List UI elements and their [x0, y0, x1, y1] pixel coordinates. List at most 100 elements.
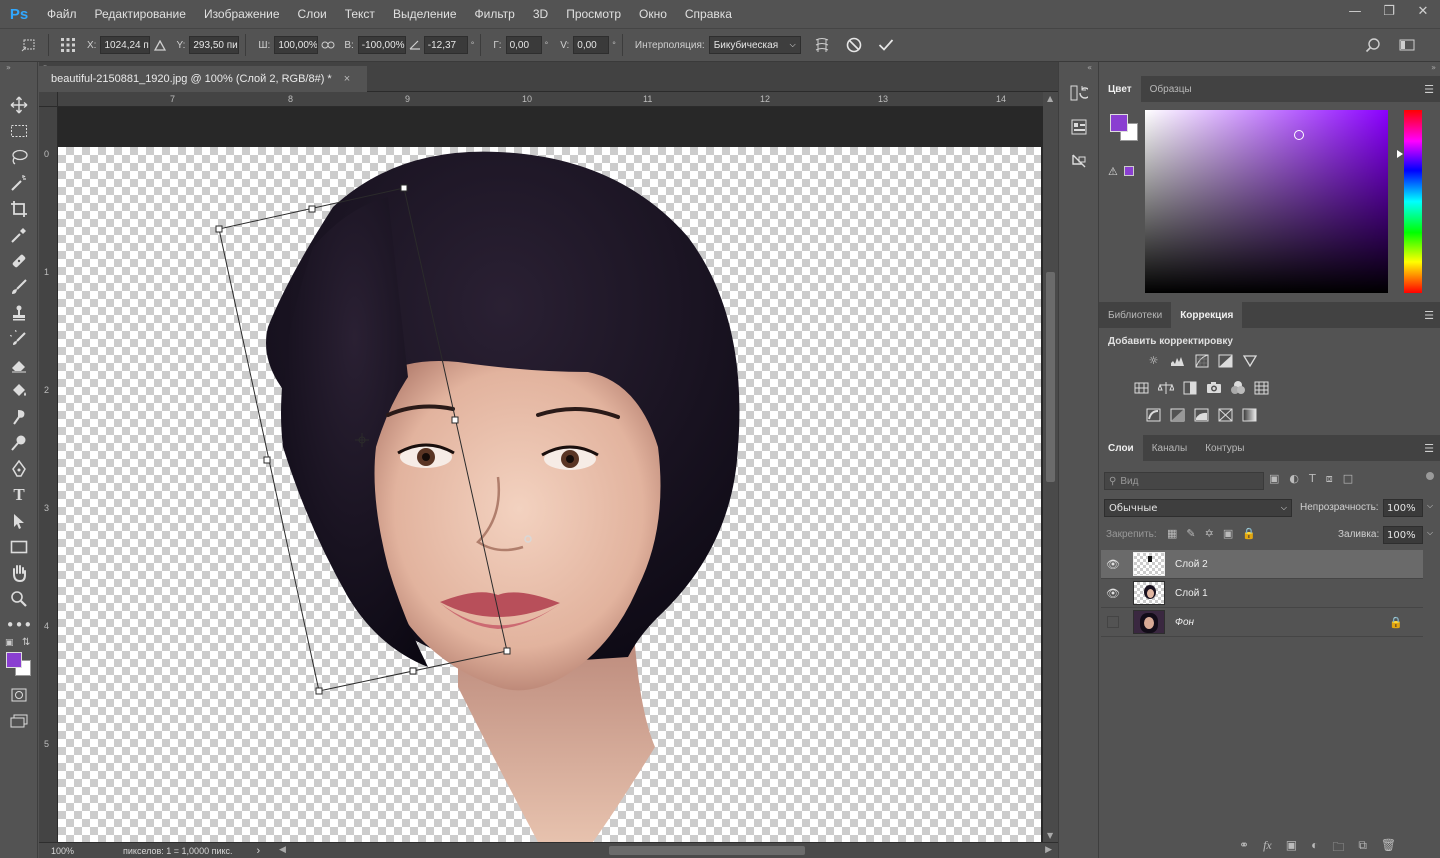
workspace-icon[interactable]	[1394, 32, 1420, 58]
path-selection-tool-icon[interactable]	[0, 508, 38, 534]
cancel-transform-icon[interactable]	[841, 32, 867, 58]
layer-row[interactable]: Фон 🔒	[1101, 608, 1423, 637]
healing-brush-tool-icon[interactable]	[0, 248, 38, 274]
lock-artboard-icon[interactable]: ▣	[1223, 527, 1233, 540]
document-tab[interactable]: beautiful-2150881_1920.jpg @ 100% (Слой …	[39, 66, 367, 92]
reference-point-icon[interactable]	[55, 32, 81, 58]
panel-menu-icon[interactable]: ☰	[1424, 83, 1434, 96]
magic-wand-tool-icon[interactable]	[0, 170, 38, 196]
visibility-eye-icon[interactable]: 👁	[1101, 558, 1125, 571]
angle-field[interactable]: -12,37	[423, 36, 468, 54]
smart-object-filter-icon[interactable]: □	[1343, 472, 1353, 486]
transform-tool-icon[interactable]	[16, 32, 42, 58]
posterize-icon[interactable]	[1169, 406, 1186, 423]
menu-layers[interactable]: Слои	[289, 7, 336, 21]
minimize-button[interactable]: —	[1338, 0, 1372, 22]
hand-tool-icon[interactable]	[0, 560, 38, 586]
levels-icon[interactable]	[1169, 352, 1186, 369]
menu-file[interactable]: Файл	[38, 7, 86, 21]
vibrance-icon[interactable]	[1241, 352, 1258, 369]
scroll-down-icon[interactable]: ▼	[1047, 831, 1053, 840]
channel-mixer-icon[interactable]	[1229, 379, 1246, 396]
tab-color[interactable]: Цвет	[1099, 76, 1141, 102]
threshold-icon[interactable]	[1193, 406, 1210, 423]
eraser-tool-icon[interactable]	[0, 352, 38, 378]
interpolation-select[interactable]: Бикубическая ⌵	[708, 36, 801, 54]
screen-mode-icon[interactable]	[0, 708, 38, 734]
color-lookup-icon[interactable]	[1253, 379, 1270, 396]
vertical-scrollbar[interactable]: ▲ ▼	[1043, 92, 1058, 842]
scroll-right-icon[interactable]: ▶	[1045, 844, 1052, 855]
gradient-map-icon[interactable]	[1241, 406, 1258, 423]
gamut-color-chip[interactable]	[1124, 166, 1134, 176]
pen-tool-icon[interactable]	[0, 456, 38, 482]
layer-filter-search[interactable]: ⚲ Вид	[1104, 472, 1264, 490]
tab-layers[interactable]: Слои	[1099, 435, 1143, 461]
delta-icon[interactable]	[150, 32, 170, 58]
menu-window[interactable]: Окно	[630, 7, 676, 21]
move-tool-icon[interactable]	[0, 92, 38, 118]
crop-tool-icon[interactable]	[0, 196, 38, 222]
menu-help[interactable]: Справка	[676, 7, 741, 21]
tab-swatches[interactable]: Образцы	[1141, 76, 1201, 102]
lock-transparency-icon[interactable]: ▦	[1167, 527, 1177, 540]
add-mask-icon[interactable]: ▣	[1286, 838, 1297, 858]
rectangle-tool-icon[interactable]	[0, 534, 38, 560]
default-colors-icon[interactable]: ▣	[5, 638, 14, 648]
zoom-level[interactable]: 100%	[51, 846, 111, 856]
visibility-eye-icon[interactable]: 👁	[1101, 587, 1125, 600]
collapse-icon[interactable]: »	[1425, 62, 1436, 74]
tab-channels[interactable]: Каналы	[1143, 435, 1197, 461]
photo-filter-icon[interactable]	[1205, 379, 1222, 396]
info-menu-icon[interactable]: ›	[257, 845, 261, 857]
x-field[interactable]: 1024,24 пи	[100, 36, 151, 54]
filter-toggle[interactable]	[1426, 472, 1434, 480]
swap-colors-icon[interactable]: ⇅	[22, 637, 30, 648]
scroll-left-icon[interactable]: ◀	[279, 844, 286, 855]
menu-filter[interactable]: Фильтр	[466, 7, 524, 21]
black-white-icon[interactable]	[1181, 379, 1198, 396]
new-group-icon[interactable]: 🗀	[1332, 838, 1344, 858]
blend-mode-select[interactable]: Обычные ⌵	[1104, 499, 1292, 517]
color-picker-handle[interactable]	[1294, 130, 1304, 140]
visibility-toggle-empty[interactable]	[1107, 616, 1119, 628]
zoom-tool-icon[interactable]	[0, 586, 38, 612]
clone-stamp-tool-icon[interactable]	[0, 300, 38, 326]
canvas[interactable]	[58, 147, 1041, 842]
eyedropper-tool-icon[interactable]	[0, 222, 38, 248]
foreground-color-chip[interactable]	[1110, 114, 1128, 132]
menu-edit[interactable]: Редактирование	[86, 7, 195, 21]
hue-saturation-icon[interactable]	[1133, 379, 1150, 396]
menu-image[interactable]: Изображение	[195, 7, 289, 21]
vertical-skew-field[interactable]: 0,00	[573, 36, 610, 54]
vertical-scroll-thumb[interactable]	[1046, 272, 1055, 482]
color-balance-icon[interactable]	[1157, 379, 1174, 396]
history-brush-tool-icon[interactable]	[0, 326, 38, 352]
fx-icon[interactable]: fx	[1263, 838, 1272, 858]
layer-name[interactable]: Слой 1	[1175, 588, 1208, 599]
dodge-tool-icon[interactable]	[0, 430, 38, 456]
saturation-brightness-field[interactable]	[1145, 110, 1388, 293]
history-panel-icon[interactable]	[1064, 78, 1094, 108]
exposure-icon[interactable]	[1217, 352, 1234, 369]
fill-field[interactable]: 100%	[1383, 526, 1423, 544]
lock-position-icon[interactable]: ✡	[1205, 527, 1214, 540]
tab-paths[interactable]: Контуры	[1196, 435, 1253, 461]
curves-icon[interactable]	[1193, 352, 1210, 369]
layer-row[interactable]: 👁 Слой 2	[1101, 550, 1423, 579]
gamut-warning-icon[interactable]: ⚠	[1108, 165, 1118, 178]
horizontal-scroll-thumb[interactable]	[609, 846, 805, 855]
commit-transform-icon[interactable]	[873, 32, 899, 58]
more-tools-icon[interactable]: •••	[0, 612, 38, 638]
new-adjustment-icon[interactable]: ◐	[1311, 838, 1318, 858]
link-icon[interactable]	[318, 32, 338, 58]
layer-name[interactable]: Фон	[1175, 617, 1194, 628]
collapse-icon[interactable]: «	[1059, 62, 1098, 74]
layer-name[interactable]: Слой 2	[1175, 559, 1208, 570]
invert-icon[interactable]	[1145, 406, 1162, 423]
paint-bucket-tool-icon[interactable]	[0, 378, 38, 404]
restore-button[interactable]: ❐	[1372, 0, 1406, 22]
new-layer-icon[interactable]: ⧉	[1358, 838, 1367, 858]
smudge-tool-icon[interactable]	[0, 404, 38, 430]
y-field[interactable]: 293,50 пи	[189, 36, 240, 54]
